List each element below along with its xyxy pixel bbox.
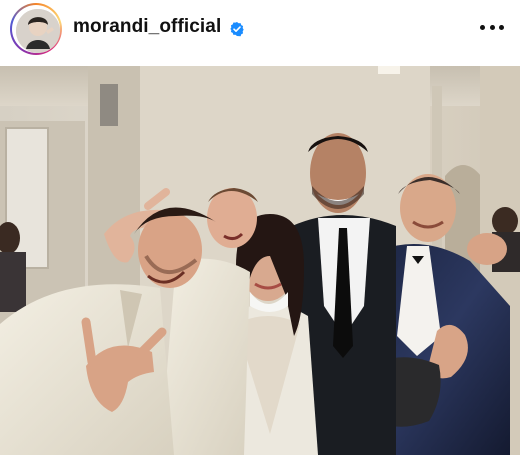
verified-badge-icon bbox=[230, 22, 244, 37]
post-header: morandi_official bbox=[0, 0, 520, 62]
username-link[interactable]: morandi_official bbox=[73, 16, 221, 38]
profile-avatar[interactable] bbox=[16, 9, 60, 53]
post-photo[interactable] bbox=[0, 66, 520, 455]
group-photo-image bbox=[0, 66, 520, 455]
avatar-icon bbox=[16, 9, 60, 53]
more-options-button[interactable] bbox=[480, 17, 504, 37]
more-options-icon bbox=[480, 24, 485, 30]
story-ring[interactable] bbox=[10, 3, 62, 55]
